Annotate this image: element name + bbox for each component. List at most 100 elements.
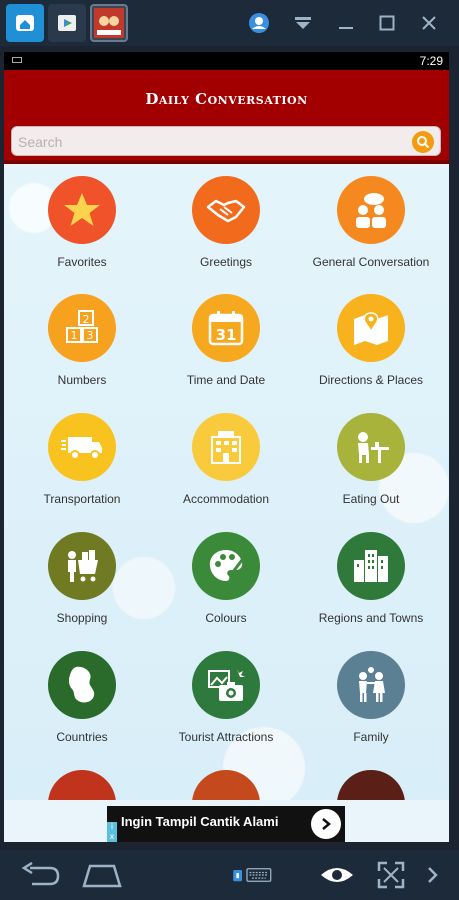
view-button[interactable] [317,858,357,892]
app-title: Daily Conversation [145,90,308,108]
truck-icon [61,437,102,460]
ad-open-button[interactable] [311,809,341,839]
play-store-tab[interactable] [48,4,86,42]
ad-info-icon[interactable]: i [107,822,117,832]
chevron-right-icon [322,818,331,830]
account-icon [249,13,269,33]
category-family[interactable]: Family [297,643,445,761]
ad-banner[interactable]: i x Ingin Tampil Cantik Alami [107,806,345,842]
category-favorites[interactable]: Favorites [8,168,156,286]
home-button[interactable] [82,858,122,892]
hotel-icon [211,431,241,464]
category-shopping[interactable]: Shopping [8,524,156,642]
category-label: Favorites [57,255,107,269]
category-label: Eating Out [342,492,400,506]
category-partial[interactable] [297,762,445,800]
category-icon-bg: 213 [48,294,116,362]
category-label: Numbers [57,373,107,387]
svg-text:2: 2 [83,313,90,326]
svg-text:3: 3 [87,329,94,342]
category-label: Shopping [56,611,108,625]
category-numbers[interactable]: 213 Numbers [8,286,156,404]
category-partial[interactable] [152,762,300,800]
star-icon [64,193,100,226]
fullscreen-button[interactable] [371,858,411,892]
category-general-conversation[interactable]: General Conversation [297,168,445,286]
back-button[interactable] [20,858,60,892]
category-label: Time and Date [186,373,266,387]
status-time: 7:29 [419,54,443,68]
category-icon-bg [337,532,405,600]
ad-text: Ingin Tampil Cantik Alami [121,814,279,829]
category-icon-bg [48,413,116,481]
category-accommodation[interactable]: Accommodation [152,405,300,523]
minimize-button[interactable] [326,0,366,46]
number-blocks-icon: 21 3 [66,310,98,343]
app-thumbnail-icon [94,8,124,38]
chat-people-icon [356,193,386,228]
category-icon-bg [192,413,260,481]
close-button[interactable] [409,0,449,46]
home-outline-icon [82,864,122,888]
buildings-icon [354,550,388,582]
dining-icon [358,432,389,463]
search-bar [11,126,441,156]
chevron-down-icon [295,17,311,29]
app-header: Daily Conversation [4,70,449,164]
eye-icon [321,868,353,882]
category-icon-bg [48,176,116,244]
category-icon-bg [337,651,405,719]
category-label: Transportation [43,492,121,506]
close-icon [422,16,436,30]
category-icon-bg [337,770,405,800]
status-bar: 7:29 [4,52,449,70]
category-label: General Conversation [312,255,430,269]
category-greetings[interactable]: Greetings [152,168,300,286]
calendar-icon: 31 [208,311,244,346]
category-tourist-attractions[interactable]: Tourist Attractions [152,643,300,761]
category-label: Colours [205,611,247,625]
search-input[interactable] [18,131,398,153]
dropdown-button[interactable] [283,0,323,46]
maximize-button[interactable] [367,0,407,46]
country-map-icon [68,666,95,703]
search-button[interactable] [412,131,434,153]
search-icon [417,136,430,149]
category-label: Accommodation [182,492,270,506]
category-time-and-date[interactable]: 31 Time and Date [152,286,300,404]
category-partial[interactable] [8,762,156,800]
account-button[interactable] [239,0,279,46]
category-label: Regions and Towns [318,611,424,625]
keyboard-button[interactable] [232,858,272,892]
minimize-icon [339,27,353,29]
category-label: Tourist Attractions [178,730,274,744]
camera-icon [208,669,245,701]
category-icon-bg [192,770,260,800]
more-button[interactable] [418,858,448,892]
category-icon-bg [48,532,116,600]
emulator-toolbar [0,0,459,46]
category-colours[interactable]: Colours [152,524,300,642]
category-label: Directions & Places [318,373,424,387]
svg-text:31: 31 [216,326,237,344]
map-pin-icon [354,312,388,345]
category-directions-places[interactable]: Directions & Places [297,286,445,404]
category-icon-bg [337,294,405,362]
category-eating-out[interactable]: Eating Out [297,405,445,523]
app-tab[interactable] [90,4,128,42]
home-tab[interactable] [6,4,44,42]
fullscreen-icon [377,861,405,889]
category-countries[interactable]: Countries [8,643,156,761]
category-grid: Favorites Greetings General Conversation… [4,168,449,800]
chevron-right-icon [428,867,438,883]
category-label: Family [353,730,389,744]
emulator-nav-bar [0,850,459,900]
category-icon-bg [192,532,260,600]
palette-icon [209,550,244,581]
category-transportation[interactable]: Transportation [8,405,156,523]
category-regions-towns[interactable]: Regions and Towns [297,524,445,642]
keyboard-indicator-icon [12,57,22,63]
handshake-icon [206,199,246,223]
category-label: Greetings [199,255,253,269]
ad-close-icon[interactable]: x [107,832,117,842]
